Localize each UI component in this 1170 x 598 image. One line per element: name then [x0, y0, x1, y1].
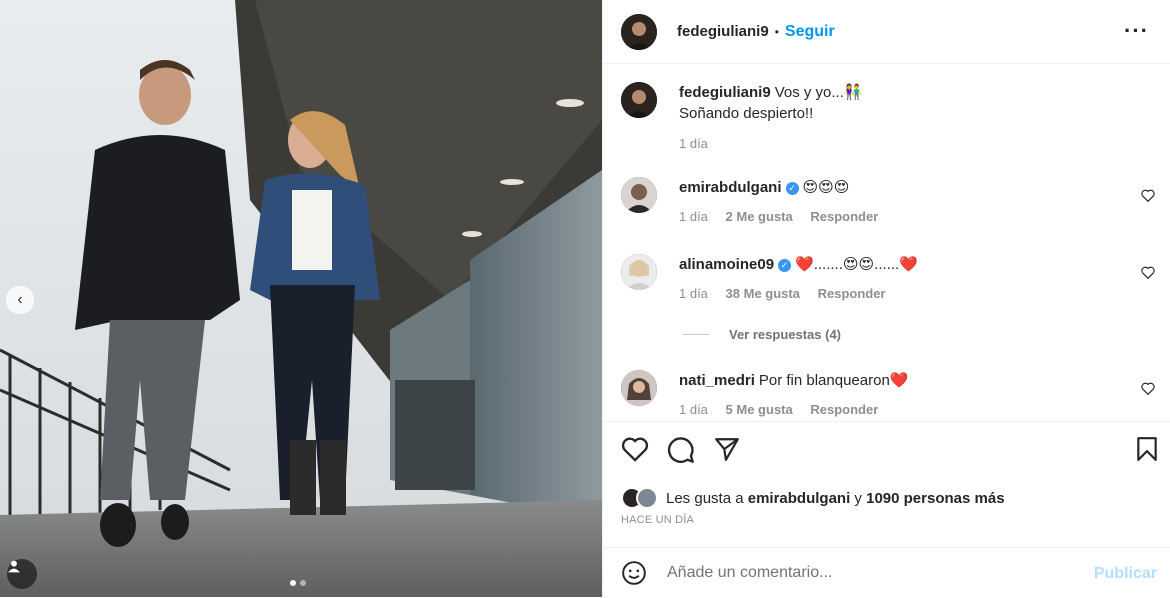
- verified-badge-icon: ✓: [785, 182, 799, 195]
- previous-photo-button[interactable]: ‹: [6, 286, 34, 314]
- separator: •: [774, 24, 779, 39]
- like-comment-heart-icon[interactable]: [1141, 382, 1155, 395]
- follow-button[interactable]: Seguir: [785, 23, 835, 41]
- comment-composer: Publicar: [603, 547, 1170, 598]
- comment-username[interactable]: emirabdulgani: [679, 179, 782, 196]
- tagged-users-button[interactable]: [7, 559, 37, 589]
- save-bookmark-icon[interactable]: [1135, 436, 1159, 462]
- caption-body: fedegiuliani9 Vos y yo...👫 Soñando despie…: [679, 82, 1139, 154]
- avatar[interactable]: [621, 82, 657, 118]
- likes-middle: y: [850, 489, 867, 507]
- avatar[interactable]: [621, 177, 657, 213]
- timestamp: 1 día: [679, 136, 708, 151]
- comment-meta: 1 día 38 Me gusta Responder: [679, 283, 1139, 304]
- likes-prefix: Les gusta a: [666, 489, 748, 507]
- timestamp: 1 día: [679, 286, 708, 301]
- reply-button[interactable]: Responder: [810, 209, 878, 224]
- post-side-panel: fedegiuliani9 • Seguir ··· fedegiuliani9…: [602, 0, 1170, 597]
- comment-text: 😍😍😍: [802, 179, 850, 196]
- verified-badge-icon: ✓: [778, 259, 792, 272]
- post-timestamp: HACE UN DÍA: [621, 514, 695, 526]
- emoji-icon[interactable]: [621, 560, 647, 586]
- comment-body: emirabdulgani ✓ 😍😍😍 1 día 2 Me gusta Respo…: [679, 177, 1139, 227]
- caption-text: Soñando despierto!!: [679, 105, 814, 122]
- comment-username[interactable]: nati_medri: [679, 372, 755, 389]
- avatar[interactable]: [621, 13, 657, 50]
- reply-button[interactable]: Responder: [810, 402, 878, 417]
- comment-body: nati_medri Por fin blanquearon❤️ 1 día 5 …: [679, 370, 1139, 420]
- caption-username[interactable]: fedegiuliani9: [679, 84, 771, 101]
- user-icon: [8, 560, 20, 573]
- caption-text: Vos y yo...👫: [774, 84, 863, 101]
- more-options-icon[interactable]: ···: [1124, 18, 1149, 44]
- avatar[interactable]: [621, 254, 657, 290]
- comment-input[interactable]: [665, 563, 1069, 583]
- comment-meta: 1 día 5 Me gusta Responder: [679, 399, 1139, 420]
- comment-text: ❤️.......😍😍......❤️: [795, 256, 918, 273]
- like-comment-heart-icon[interactable]: [1141, 189, 1155, 202]
- comment-username[interactable]: alinamoine09: [679, 256, 774, 273]
- avatar[interactable]: [621, 370, 657, 406]
- timestamp: 1 día: [679, 209, 708, 224]
- photo-scene: [0, 0, 602, 597]
- comment-icon[interactable]: [667, 436, 695, 464]
- comment-likes[interactable]: 5 Me gusta: [726, 402, 793, 417]
- view-replies-label: Ver respuestas (4): [729, 327, 842, 342]
- carousel-dot: [300, 580, 306, 586]
- comments-list[interactable]: fedegiuliani9 Vos y yo...👫 Soñando despie…: [603, 64, 1170, 420]
- reply-button[interactable]: Responder: [818, 286, 886, 301]
- view-replies-button[interactable]: Ver respuestas (4): [683, 327, 841, 342]
- comment-likes[interactable]: 38 Me gusta: [726, 286, 800, 301]
- post-photo[interactable]: ‹: [0, 0, 602, 597]
- author-username[interactable]: fedegiuliani9: [677, 23, 769, 40]
- carousel-dot: [290, 580, 296, 586]
- post-header: fedegiuliani9 • Seguir ···: [603, 0, 1170, 64]
- divider: [683, 334, 709, 335]
- like-comment-heart-icon[interactable]: [1141, 266, 1155, 279]
- carousel-indicator: [290, 580, 306, 586]
- comment-meta: 1 día 2 Me gusta Responder: [679, 206, 1139, 227]
- share-send-icon[interactable]: [713, 436, 741, 462]
- like-heart-icon[interactable]: [621, 436, 649, 462]
- caption-meta: 1 día: [679, 133, 1139, 154]
- publish-button[interactable]: Publicar: [1094, 565, 1157, 583]
- comment-text: Por fin blanquearon❤️: [758, 372, 909, 389]
- post-actions: [603, 421, 1170, 482]
- likes-count[interactable]: 1090 personas más: [866, 490, 1004, 507]
- liker-avatars: [621, 487, 658, 509]
- likes-user[interactable]: emirabdulgani: [748, 490, 851, 507]
- timestamp: 1 día: [679, 402, 708, 417]
- likes-summary[interactable]: Les gusta a emirabdulgani y 1090 persona…: [621, 487, 1005, 509]
- comment-likes[interactable]: 2 Me gusta: [726, 209, 793, 224]
- avatar: [636, 487, 658, 509]
- comment-body: alinamoine09 ✓ ❤️.......😍😍......❤️ 1 día 3…: [679, 254, 1139, 304]
